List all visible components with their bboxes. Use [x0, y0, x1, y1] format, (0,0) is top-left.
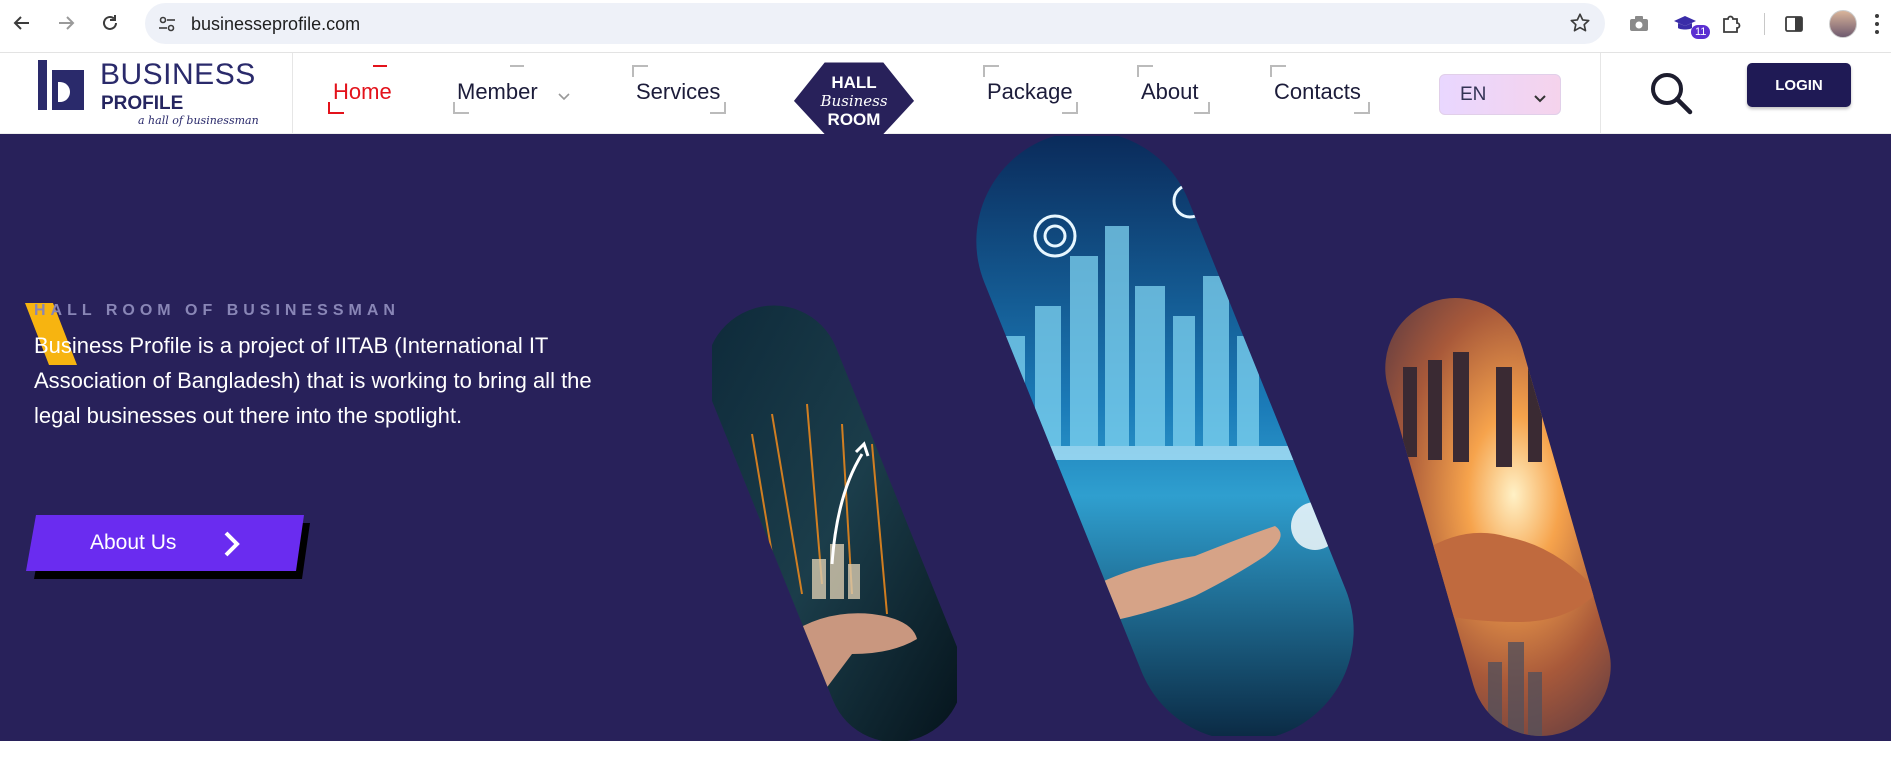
nav-decoration: [510, 65, 524, 77]
emblem-line-1: HALL: [831, 73, 877, 92]
url-text[interactable]: businesseprofile.com: [191, 14, 360, 35]
language-select[interactable]: EN: [1439, 74, 1561, 115]
logo-mark-icon: [38, 60, 84, 110]
nav-member[interactable]: Member: [457, 79, 538, 105]
back-arrow-icon[interactable]: [9, 10, 35, 36]
about-us-label: About Us: [90, 531, 177, 554]
profile-avatar[interactable]: [1829, 10, 1857, 38]
nav-decoration: [373, 65, 387, 77]
chevron-right-icon: [220, 530, 244, 563]
nav-decoration: [1270, 65, 1286, 77]
brand-name-top: BUSINESS: [100, 58, 256, 91]
nav-package[interactable]: Package: [987, 79, 1073, 105]
about-us-button[interactable]: About Us: [26, 515, 311, 579]
site-logo[interactable]: BUSINESS PROFILE a hall of businessman: [38, 58, 288, 128]
browser-toolbar: businesseprofile.com 11: [0, 0, 1891, 53]
nav-about[interactable]: About: [1141, 79, 1199, 105]
header-divider: [292, 53, 293, 133]
language-value: EN: [1460, 84, 1487, 105]
extension-badge: 11: [1691, 25, 1711, 39]
puzzle-extensions-icon[interactable]: [1718, 11, 1744, 37]
brand-name-profile: PROFILE: [101, 93, 184, 114]
hero-section: HALL ROOM OF BUSINESSMAN Business Profil…: [0, 134, 1891, 741]
chevron-down-icon: [1534, 88, 1546, 103]
login-button[interactable]: LOGIN: [1747, 63, 1851, 107]
chevron-down-icon[interactable]: [557, 89, 571, 107]
nav-decoration: [1137, 65, 1153, 77]
reload-icon[interactable]: [97, 10, 123, 36]
site-settings-icon[interactable]: [157, 14, 177, 34]
emblem-line-2: Business: [820, 92, 888, 110]
nav-decoration: [632, 65, 648, 77]
nav-services[interactable]: Services: [636, 79, 720, 105]
hero-eyebrow: HALL ROOM OF BUSINESSMAN: [34, 302, 400, 319]
smart-city-image: [945, 136, 1385, 736]
kebab-menu-icon[interactable]: [1874, 12, 1880, 36]
forward-arrow-icon[interactable]: [53, 10, 79, 36]
bookmark-star-icon[interactable]: [1569, 12, 1591, 34]
brand-tagline: a hall of businessman: [138, 114, 259, 127]
growth-chart-image: [712, 294, 957, 741]
hero-description: Business Profile is a project of IITAB (…: [34, 333, 592, 428]
address-bar[interactable]: businesseprofile.com: [145, 3, 1605, 44]
nav-decoration: [983, 65, 999, 77]
handshake-image: [1368, 292, 1628, 741]
toolbar-separator: [1764, 13, 1765, 35]
nav-contacts[interactable]: Contacts: [1274, 79, 1361, 105]
page-bottom-strip: [0, 741, 1891, 772]
site-header: BUSINESS PROFILE a hall of businessman H…: [0, 53, 1891, 159]
header-divider: [1600, 53, 1601, 133]
emblem-line-3: ROOM: [827, 110, 881, 129]
side-panel-icon[interactable]: [1781, 11, 1807, 37]
camera-icon[interactable]: [1626, 11, 1652, 37]
nav-home[interactable]: Home: [333, 79, 392, 105]
search-icon[interactable]: [1648, 70, 1694, 116]
